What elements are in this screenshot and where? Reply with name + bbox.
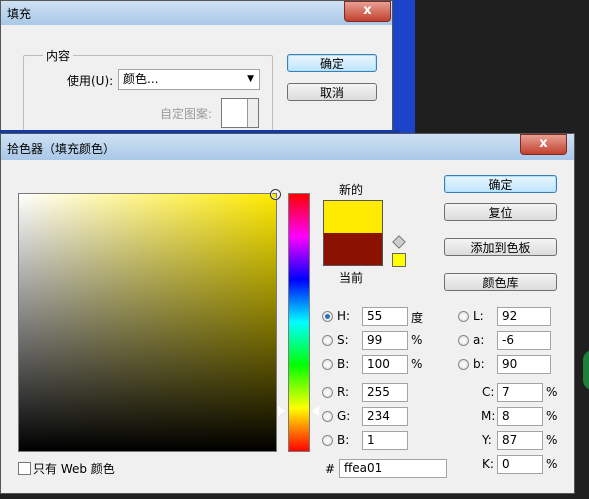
fill-use-select[interactable]: 颜色... ▼ xyxy=(118,69,260,90)
a-label: a: xyxy=(473,333,485,347)
current-color-swatch[interactable] xyxy=(323,233,383,266)
s-unit: % xyxy=(411,333,423,347)
s-label: S: xyxy=(337,333,349,347)
m-unit: % xyxy=(546,409,558,423)
fill-content-group-label: 内容 xyxy=(43,47,74,64)
blue-label: B: xyxy=(337,433,350,447)
y-input[interactable]: 87 xyxy=(497,431,543,450)
g-label: G: xyxy=(337,409,351,423)
h-label: H: xyxy=(337,309,351,323)
color-picker-close-button[interactable]: x xyxy=(520,134,567,155)
g-input[interactable]: 234 xyxy=(362,407,408,426)
radio-lab-b[interactable] xyxy=(458,359,469,370)
picker-ok-button[interactable]: 确定 xyxy=(444,175,557,193)
lab-b-label: b: xyxy=(473,357,485,371)
color-picker-titlebar: 拾色器（填充颜色） x xyxy=(1,134,574,160)
k-unit: % xyxy=(546,457,558,471)
desktop-icon xyxy=(583,350,589,390)
hue-slider[interactable] xyxy=(288,193,310,452)
m-input[interactable]: 8 xyxy=(497,407,543,426)
hue-slider-right-arrow[interactable] xyxy=(312,406,319,416)
b-input[interactable]: 100 xyxy=(362,355,408,374)
c-unit: % xyxy=(546,385,558,399)
fill-dialog-title: 填充 xyxy=(7,7,32,21)
color-field[interactable] xyxy=(18,189,281,452)
fill-custom-pattern-label: 自定图案: xyxy=(160,107,213,121)
cube-icon[interactable] xyxy=(392,235,406,249)
l-label: L: xyxy=(473,309,484,323)
background-panel xyxy=(393,0,415,140)
radio-g[interactable] xyxy=(322,411,333,422)
add-to-swatches-button[interactable]: 添加到色板 xyxy=(444,238,557,256)
color-picker-dialog: 拾色器（填充颜色） x 新的 当前 确定 复位 添加到色板 颜色库 H: 55 … xyxy=(0,133,575,494)
new-color-label: 新的 xyxy=(339,183,364,197)
radio-l[interactable] xyxy=(458,311,469,322)
fill-dialog-close-button[interactable]: x xyxy=(344,1,391,22)
h-input[interactable]: 55 xyxy=(362,307,408,326)
fill-cancel-button[interactable]: 取消 xyxy=(287,83,377,101)
radio-b[interactable] xyxy=(322,359,333,370)
m-label: M: xyxy=(481,409,496,423)
hex-label: # xyxy=(325,462,336,476)
b-label: B: xyxy=(337,357,350,371)
radio-a[interactable] xyxy=(458,335,469,346)
s-input[interactable]: 99 xyxy=(362,331,408,350)
blue-input[interactable]: 1 xyxy=(362,431,408,450)
l-input[interactable]: 92 xyxy=(497,307,551,326)
r-input[interactable]: 255 xyxy=(362,383,408,402)
b-unit: % xyxy=(411,357,423,371)
radio-h[interactable] xyxy=(322,311,333,322)
web-only-label: 只有 Web 颜色 xyxy=(33,462,115,476)
web-safe-swatch[interactable] xyxy=(392,253,406,267)
lab-b-input[interactable]: 90 xyxy=(497,355,551,374)
picker-reset-button[interactable]: 复位 xyxy=(444,203,557,221)
y-unit: % xyxy=(546,433,558,447)
fill-use-label: 使用(U): xyxy=(67,74,114,88)
fill-dialog: 填充 x 内容 使用(U): 颜色... ▼ 自定图案: 确定 取消 xyxy=(0,0,393,140)
fill-ok-button[interactable]: 确定 xyxy=(287,54,377,72)
radio-r[interactable] xyxy=(322,387,333,398)
chevron-down-icon: ▼ xyxy=(247,74,254,84)
fill-use-select-value: 颜色... xyxy=(123,72,159,86)
y-label: Y: xyxy=(482,433,492,447)
k-input[interactable]: 0 xyxy=(497,455,543,474)
k-label: K: xyxy=(482,457,494,471)
r-label: R: xyxy=(337,385,350,399)
color-picker-title: 拾色器（填充颜色） xyxy=(7,142,116,156)
c-input[interactable]: 7 xyxy=(497,383,543,402)
fill-dialog-titlebar: 填充 x xyxy=(1,1,392,25)
web-only-checkbox[interactable] xyxy=(18,462,31,475)
radio-s[interactable] xyxy=(322,335,333,346)
fill-custom-pattern-swatch[interactable] xyxy=(221,98,259,128)
current-color-label: 当前 xyxy=(339,271,364,285)
c-label: C: xyxy=(482,385,495,399)
hue-slider-left-arrow[interactable] xyxy=(278,406,285,416)
hex-input[interactable]: ffea01 xyxy=(339,459,447,478)
color-field-cursor[interactable] xyxy=(270,189,281,200)
radio-blue[interactable] xyxy=(322,435,333,446)
a-input[interactable]: -6 xyxy=(497,331,551,350)
h-unit: 度 xyxy=(411,311,424,325)
color-libraries-button[interactable]: 颜色库 xyxy=(444,273,557,291)
new-color-swatch xyxy=(323,200,383,233)
